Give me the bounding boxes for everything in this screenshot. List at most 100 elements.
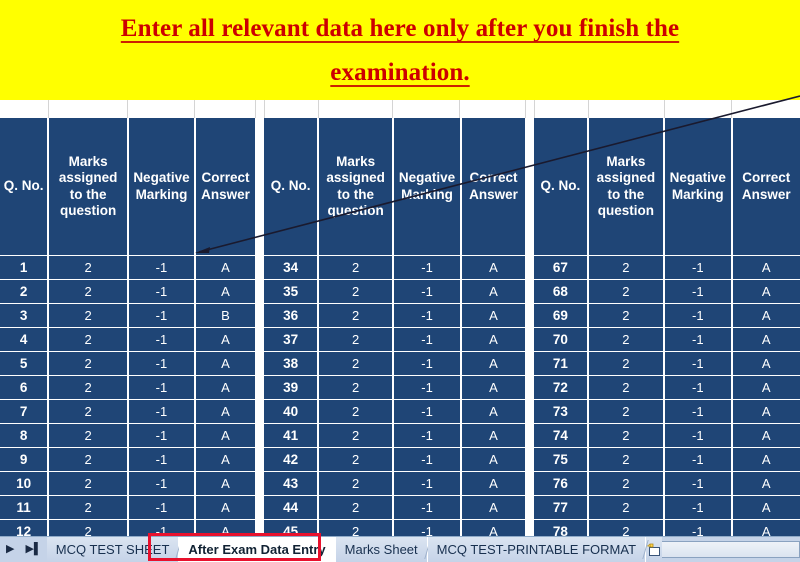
- cell-marks[interactable]: 2: [588, 376, 664, 399]
- cell-negative[interactable]: -1: [128, 424, 194, 447]
- cell-marks[interactable]: 2: [588, 280, 664, 303]
- cell-qno[interactable]: 41: [264, 424, 318, 447]
- cell-answer[interactable]: A: [732, 448, 800, 471]
- cell-qno[interactable]: 45: [264, 520, 318, 536]
- cell-answer[interactable]: A: [462, 328, 526, 351]
- cell-answer[interactable]: A: [195, 352, 255, 375]
- cell-answer[interactable]: A: [462, 520, 526, 536]
- cell-answer[interactable]: A: [195, 376, 255, 399]
- sheet-tab-mcq-test-printable-format[interactable]: MCQ TEST-PRINTABLE FORMAT: [427, 537, 647, 562]
- cell-qno[interactable]: 68: [534, 280, 587, 303]
- cell-marks[interactable]: 2: [49, 448, 127, 471]
- cell-negative[interactable]: -1: [394, 496, 460, 519]
- cell-qno[interactable]: 37: [264, 328, 318, 351]
- cell-marks[interactable]: 2: [588, 520, 664, 536]
- cell-answer[interactable]: A: [732, 376, 800, 399]
- sheet-tab-marks-sheet[interactable]: Marks Sheet: [335, 537, 428, 562]
- cell-qno[interactable]: 36: [264, 304, 318, 327]
- cell-qno[interactable]: 2: [0, 280, 48, 303]
- cell-negative[interactable]: -1: [128, 472, 194, 495]
- cell-answer[interactable]: A: [462, 496, 526, 519]
- cell-marks[interactable]: 2: [49, 280, 127, 303]
- cell-marks[interactable]: 2: [588, 448, 664, 471]
- cell-qno[interactable]: 3: [0, 304, 48, 327]
- cell-qno[interactable]: 76: [534, 472, 587, 495]
- cell-answer[interactable]: A: [462, 376, 526, 399]
- cell-qno[interactable]: 39: [264, 376, 318, 399]
- sheet-tab-mcq-test-sheet[interactable]: MCQ TEST SHEET: [46, 537, 180, 562]
- cell-negative[interactable]: -1: [128, 328, 194, 351]
- cell-negative[interactable]: -1: [665, 256, 731, 279]
- cell-qno[interactable]: 6: [0, 376, 48, 399]
- cell-marks[interactable]: 2: [588, 400, 664, 423]
- cell-qno[interactable]: 73: [534, 400, 587, 423]
- cell-marks[interactable]: 2: [588, 352, 664, 375]
- cell-answer[interactable]: B: [195, 304, 255, 327]
- cell-answer[interactable]: A: [462, 352, 526, 375]
- cell-qno[interactable]: 7: [0, 400, 48, 423]
- cell-negative[interactable]: -1: [665, 304, 731, 327]
- cell-answer[interactable]: A: [195, 496, 255, 519]
- next-sheet-icon[interactable]: ▶: [6, 544, 14, 555]
- cell-negative[interactable]: -1: [394, 280, 460, 303]
- cell-qno[interactable]: 8: [0, 424, 48, 447]
- cell-negative[interactable]: -1: [665, 496, 731, 519]
- cell-negative[interactable]: -1: [128, 448, 194, 471]
- cell-marks[interactable]: 2: [319, 520, 393, 536]
- cell-marks[interactable]: 2: [49, 424, 127, 447]
- cell-qno[interactable]: 40: [264, 400, 318, 423]
- cell-answer[interactable]: A: [195, 328, 255, 351]
- cell-qno[interactable]: 75: [534, 448, 587, 471]
- cell-answer[interactable]: A: [732, 424, 800, 447]
- cell-qno[interactable]: 74: [534, 424, 587, 447]
- cell-qno[interactable]: 11: [0, 496, 48, 519]
- cell-qno[interactable]: 12: [0, 520, 48, 536]
- cell-answer[interactable]: A: [732, 256, 800, 279]
- cell-marks[interactable]: 2: [49, 520, 127, 536]
- cell-marks[interactable]: 2: [319, 280, 393, 303]
- cell-qno[interactable]: 5: [0, 352, 48, 375]
- cell-qno[interactable]: 70: [534, 328, 587, 351]
- cell-marks[interactable]: 2: [49, 328, 127, 351]
- cell-answer[interactable]: A: [462, 424, 526, 447]
- cell-answer[interactable]: A: [195, 520, 255, 536]
- cell-negative[interactable]: -1: [665, 424, 731, 447]
- cell-answer[interactable]: A: [462, 400, 526, 423]
- cell-marks[interactable]: 2: [49, 376, 127, 399]
- cell-answer[interactable]: A: [195, 424, 255, 447]
- cell-negative[interactable]: -1: [665, 400, 731, 423]
- cell-negative[interactable]: -1: [394, 448, 460, 471]
- cell-negative[interactable]: -1: [394, 472, 460, 495]
- cell-answer[interactable]: A: [732, 280, 800, 303]
- cell-qno[interactable]: 38: [264, 352, 318, 375]
- cell-negative[interactable]: -1: [665, 376, 731, 399]
- cell-answer[interactable]: A: [732, 328, 800, 351]
- cell-answer[interactable]: A: [732, 520, 800, 536]
- cell-answer[interactable]: A: [732, 496, 800, 519]
- cell-answer[interactable]: A: [195, 280, 255, 303]
- cell-answer[interactable]: A: [732, 352, 800, 375]
- cell-negative[interactable]: -1: [128, 520, 194, 536]
- cell-qno[interactable]: 71: [534, 352, 587, 375]
- cell-marks[interactable]: 2: [49, 256, 127, 279]
- cell-qno[interactable]: 77: [534, 496, 587, 519]
- scroll-track[interactable]: [661, 541, 800, 558]
- cell-negative[interactable]: -1: [128, 256, 194, 279]
- cell-qno[interactable]: 1: [0, 256, 48, 279]
- cell-answer[interactable]: A: [195, 448, 255, 471]
- cell-negative[interactable]: -1: [394, 376, 460, 399]
- cell-marks[interactable]: 2: [319, 400, 393, 423]
- cell-answer[interactable]: A: [195, 472, 255, 495]
- cell-qno[interactable]: 67: [534, 256, 587, 279]
- cell-negative[interactable]: -1: [665, 352, 731, 375]
- cell-qno[interactable]: 42: [264, 448, 318, 471]
- cell-qno[interactable]: 34: [264, 256, 318, 279]
- cell-qno[interactable]: 4: [0, 328, 48, 351]
- cell-marks[interactable]: 2: [588, 496, 664, 519]
- cell-answer[interactable]: A: [462, 448, 526, 471]
- cell-marks[interactable]: 2: [49, 304, 127, 327]
- cell-qno[interactable]: 72: [534, 376, 587, 399]
- cell-qno[interactable]: 35: [264, 280, 318, 303]
- cell-negative[interactable]: -1: [128, 280, 194, 303]
- horizontal-scrollbar[interactable]: ◀: [644, 537, 800, 562]
